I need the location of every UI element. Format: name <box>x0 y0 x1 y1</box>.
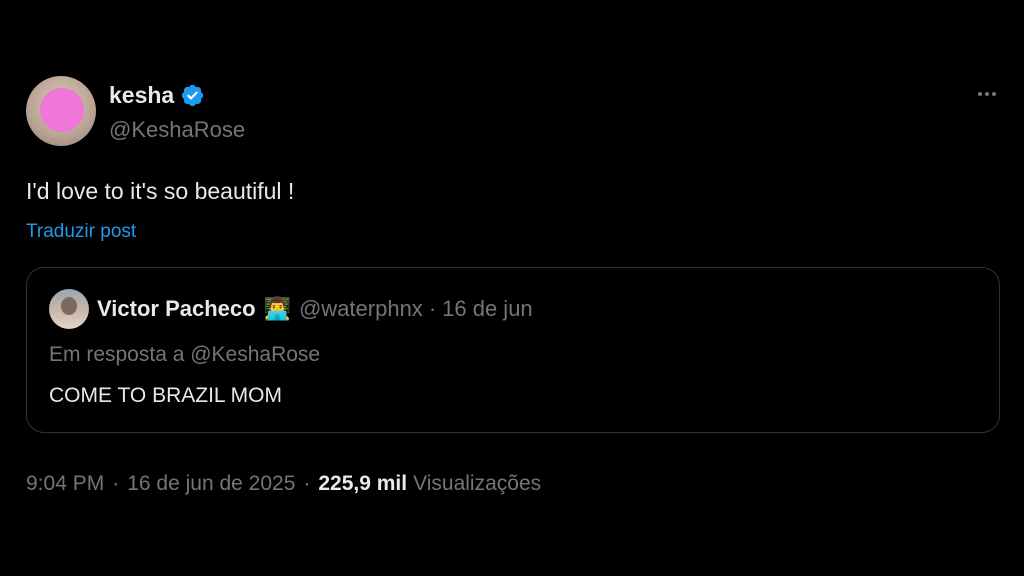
author-name-text: kesha <box>109 82 175 108</box>
tweet-text: I'd love to it's so beautiful ! <box>26 178 295 204</box>
meta-separator: · <box>303 472 311 495</box>
quoted-tweet-header: Victor Pacheco 👨‍💻 @waterphnx · 16 de ju… <box>97 294 533 324</box>
verified-badge-icon[interactable] <box>180 83 205 108</box>
tweet-time[interactable]: 9:04 PM <box>26 470 104 498</box>
views-count[interactable]: 225,9 mil <box>318 470 407 498</box>
quoted-author-avatar[interactable] <box>49 289 89 329</box>
author-handle[interactable]: @KeshaRose <box>109 116 245 144</box>
tweet-date[interactable]: 16 de jun de 2025 <box>127 470 295 498</box>
quoted-tweet-date[interactable]: 16 de jun <box>442 294 533 324</box>
header-separator: · <box>428 296 437 321</box>
quoted-reply-context: Em resposta a @KeshaRose <box>49 343 321 366</box>
translate-post-link[interactable]: Traduzir post <box>26 219 136 245</box>
quoted-tweet-card[interactable]: Victor Pacheco 👨‍💻 @waterphnx · 16 de ju… <box>26 267 1000 433</box>
views-label: Visualizações <box>413 472 542 495</box>
technologist-emoji-icon: 👨‍💻 <box>263 296 291 321</box>
tweet-metadata: 9:04 PM · 16 de jun de 2025 · 225,9 mil … <box>26 470 541 498</box>
quoted-tweet-text: COME TO BRAZIL MOM <box>49 384 282 407</box>
more-dot <box>978 92 982 96</box>
author-display-name[interactable]: kesha <box>109 80 205 110</box>
more-dot <box>985 92 989 96</box>
author-avatar[interactable] <box>26 76 96 146</box>
quoted-author-name[interactable]: Victor Pacheco <box>97 294 256 324</box>
avatar-face-blur <box>40 88 84 132</box>
quoted-author-handle[interactable]: @waterphnx <box>299 294 423 324</box>
more-dot <box>992 92 996 96</box>
meta-separator: · <box>112 472 120 495</box>
more-options-icon[interactable] <box>972 82 1002 106</box>
